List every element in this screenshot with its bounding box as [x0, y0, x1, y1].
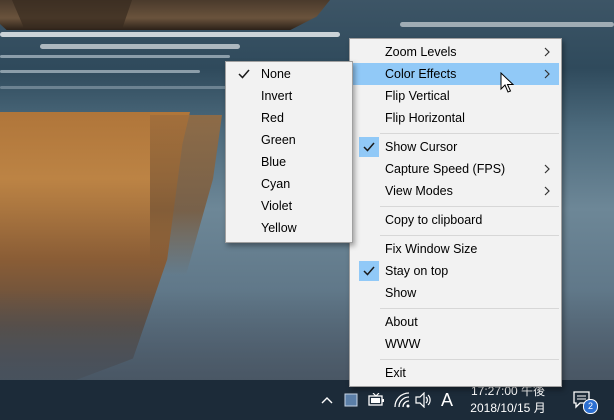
menu-item-label: Flip Vertical — [385, 89, 450, 103]
submenu-item-label: Violet — [261, 199, 293, 213]
menu-item-flip-horizontal[interactable]: Flip Horizontal — [352, 107, 559, 129]
action-center-icon[interactable]: 2 — [566, 380, 600, 420]
menu-item-show[interactable]: Show — [352, 282, 559, 304]
wallpaper-wave — [400, 22, 614, 27]
submenu-item-red[interactable]: Red — [228, 107, 350, 129]
submenu-item-label: Green — [261, 133, 296, 147]
menu-item-fix-window-size[interactable]: Fix Window Size — [352, 238, 559, 260]
menu-item-copy-to-clipboard[interactable]: Copy to clipboard — [352, 209, 559, 231]
submenu-item-none[interactable]: None — [228, 63, 350, 85]
menu-separator — [380, 133, 559, 134]
wallpaper-foam — [0, 70, 200, 73]
menu-item-label: Copy to clipboard — [385, 213, 483, 227]
menu-item-capture-speed[interactable]: Capture Speed (FPS) — [352, 158, 559, 180]
menu-item-label: Flip Horizontal — [385, 111, 465, 125]
menu-item-label: Show Cursor — [385, 140, 458, 154]
submenu-item-yellow[interactable]: Yellow — [228, 217, 350, 239]
submenu-item-invert[interactable]: Invert — [228, 85, 350, 107]
menu-item-www[interactable]: WWW — [352, 333, 559, 355]
clock-date: 2018/10/15 月 — [470, 401, 546, 415]
menu-item-label: About — [385, 315, 418, 329]
context-menu: Zoom Levels Color Effects Flip Vertical … — [349, 38, 562, 387]
menu-item-label: Stay on top — [385, 264, 449, 278]
menu-item-view-modes[interactable]: View Modes — [352, 180, 559, 202]
menu-item-label: Zoom Levels — [385, 45, 457, 59]
wallpaper-foam — [0, 55, 230, 58]
chevron-right-icon — [544, 186, 550, 196]
taskbar-clock[interactable]: 17:27:00 午後 2018/10/15 月 — [462, 383, 554, 417]
menu-item-label: View Modes — [385, 184, 453, 198]
wallpaper-wave — [40, 44, 240, 49]
color-effects-submenu: None Invert Red Green Blue Cyan Violet Y… — [225, 61, 353, 243]
submenu-item-green[interactable]: Green — [228, 129, 350, 151]
submenu-item-cyan[interactable]: Cyan — [228, 173, 350, 195]
menu-item-label: Capture Speed (FPS) — [385, 162, 506, 176]
submenu-item-label: Red — [261, 111, 284, 125]
menu-item-color-effects[interactable]: Color Effects — [352, 63, 559, 85]
submenu-item-label: Yellow — [261, 221, 297, 235]
menu-item-label: Show — [385, 286, 417, 300]
wallpaper-wave — [0, 32, 340, 37]
menu-item-about[interactable]: About — [352, 311, 559, 333]
menu-item-label: Color Effects — [385, 67, 457, 81]
menu-item-show-cursor[interactable]: Show Cursor — [352, 136, 559, 158]
mouse-pointer-icon — [500, 72, 515, 93]
submenu-item-label: Invert — [261, 89, 293, 103]
menu-separator — [380, 206, 559, 207]
menu-item-label: Exit — [385, 366, 406, 380]
chevron-right-icon — [544, 164, 550, 174]
chevron-right-icon — [544, 47, 550, 57]
menu-item-exit[interactable]: Exit — [352, 362, 559, 384]
menu-separator — [380, 235, 559, 236]
submenu-item-blue[interactable]: Blue — [228, 151, 350, 173]
menu-separator — [380, 308, 559, 309]
wallpaper-foam — [0, 86, 230, 89]
chevron-right-icon — [544, 69, 550, 79]
submenu-item-violet[interactable]: Violet — [228, 195, 350, 217]
menu-item-label: Fix Window Size — [385, 242, 478, 256]
menu-item-flip-vertical[interactable]: Flip Vertical — [352, 85, 559, 107]
submenu-item-label: Cyan — [261, 177, 291, 191]
checkmark-icon — [237, 67, 251, 81]
wallpaper-rock-shadow — [12, 0, 132, 28]
menu-item-zoom-levels[interactable]: Zoom Levels — [352, 41, 559, 63]
menu-item-label: WWW — [385, 337, 421, 351]
submenu-item-label: Blue — [261, 155, 287, 169]
checkmark-icon — [359, 137, 379, 157]
submenu-item-label: None — [261, 67, 291, 81]
checkmark-icon — [359, 261, 379, 281]
notification-badge: 2 — [583, 399, 598, 414]
menu-separator — [380, 359, 559, 360]
menu-item-stay-on-top[interactable]: Stay on top — [352, 260, 559, 282]
chevron-up-icon[interactable] — [318, 380, 336, 420]
